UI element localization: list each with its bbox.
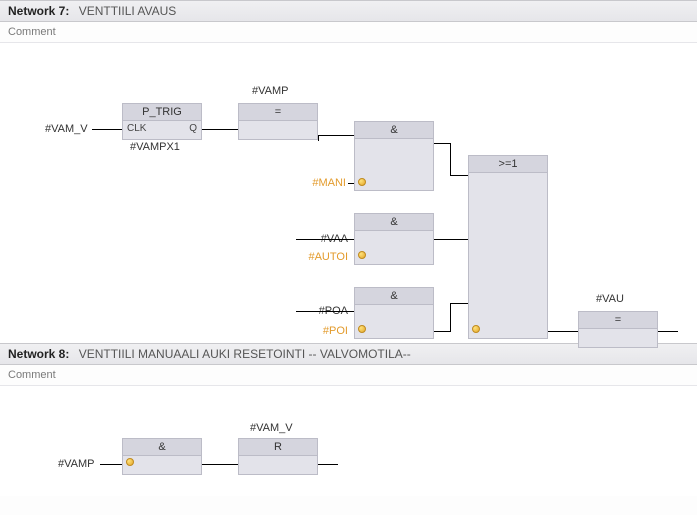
block-out-eq-title: = bbox=[579, 312, 657, 329]
ptrig-clk: CLK bbox=[127, 123, 146, 134]
wire bbox=[202, 464, 238, 465]
signal-vamp-n8: #VAMP bbox=[58, 458, 94, 470]
wire bbox=[450, 303, 451, 332]
block-and2[interactable]: & bbox=[354, 213, 434, 265]
signal-vamp: #VAMP bbox=[252, 85, 288, 97]
pin-dot-icon bbox=[126, 458, 134, 466]
signal-mani: #MANI bbox=[306, 177, 346, 189]
block-and1-title: & bbox=[355, 122, 433, 139]
wire bbox=[348, 183, 354, 184]
network7-label: Network 7: bbox=[8, 4, 69, 18]
wire bbox=[92, 129, 122, 130]
wire bbox=[450, 175, 468, 176]
wire bbox=[434, 239, 468, 240]
wire bbox=[318, 464, 338, 465]
wire bbox=[434, 143, 450, 144]
signal-vampx1: #VAMPX1 bbox=[130, 141, 180, 153]
signal-vam-v-n8: #VAM_V bbox=[250, 422, 293, 434]
network7-canvas: #VAM_V P_TRIG CLK Q #VAMPX1 #VAMP = & #M… bbox=[0, 43, 697, 343]
block-eq-title: = bbox=[239, 104, 317, 121]
wire bbox=[450, 143, 451, 175]
wire bbox=[548, 331, 578, 332]
signal-poi: #POI bbox=[316, 325, 348, 337]
block-r-n8-title: R bbox=[239, 439, 317, 456]
wire bbox=[100, 464, 122, 465]
network8-title: VENTTIILI MANUAALI AUKI RESETOINTI -- VA… bbox=[79, 347, 411, 361]
block-eq[interactable]: = bbox=[238, 103, 318, 140]
network8-label: Network 8: bbox=[8, 347, 69, 361]
block-out-eq[interactable]: = bbox=[578, 311, 658, 348]
block-r-n8[interactable]: R bbox=[238, 438, 318, 475]
block-and3[interactable]: & bbox=[354, 287, 434, 339]
pin-dot-icon bbox=[358, 251, 366, 259]
wire bbox=[434, 331, 450, 332]
network7-title: VENTTIILI AVAUS bbox=[79, 4, 177, 18]
ptrig-q: Q bbox=[189, 123, 197, 134]
wire bbox=[658, 331, 678, 332]
block-and-n8-title: & bbox=[123, 439, 201, 456]
network8-comment: Comment bbox=[0, 365, 697, 386]
block-ptrig-title: P_TRIG bbox=[123, 104, 201, 121]
pin-dot-icon bbox=[358, 325, 366, 333]
block-ptrig[interactable]: P_TRIG CLK Q bbox=[122, 103, 202, 140]
block-or[interactable]: >=1 bbox=[468, 155, 548, 339]
network7-header: Network 7: VENTTIILI AVAUS bbox=[0, 0, 697, 22]
signal-vau: #VAU bbox=[596, 293, 624, 305]
signal-autoi: #AUTOI bbox=[300, 251, 348, 263]
pin-dot-icon bbox=[358, 178, 366, 186]
wire bbox=[450, 303, 468, 304]
wire bbox=[202, 129, 238, 130]
wire bbox=[318, 135, 354, 136]
block-and1[interactable]: & bbox=[354, 121, 434, 191]
pin-dot-icon bbox=[472, 325, 480, 333]
block-and3-title: & bbox=[355, 288, 433, 305]
network7-comment: Comment bbox=[0, 22, 697, 43]
wire bbox=[296, 311, 354, 312]
wire bbox=[296, 239, 354, 240]
signal-vam-v: #VAM_V bbox=[45, 123, 88, 135]
block-and-n8[interactable]: & bbox=[122, 438, 202, 475]
network8-canvas: #VAMP & #VAM_V R bbox=[0, 386, 697, 496]
block-or-title: >=1 bbox=[469, 156, 547, 173]
wire bbox=[318, 135, 319, 141]
block-and2-title: & bbox=[355, 214, 433, 231]
